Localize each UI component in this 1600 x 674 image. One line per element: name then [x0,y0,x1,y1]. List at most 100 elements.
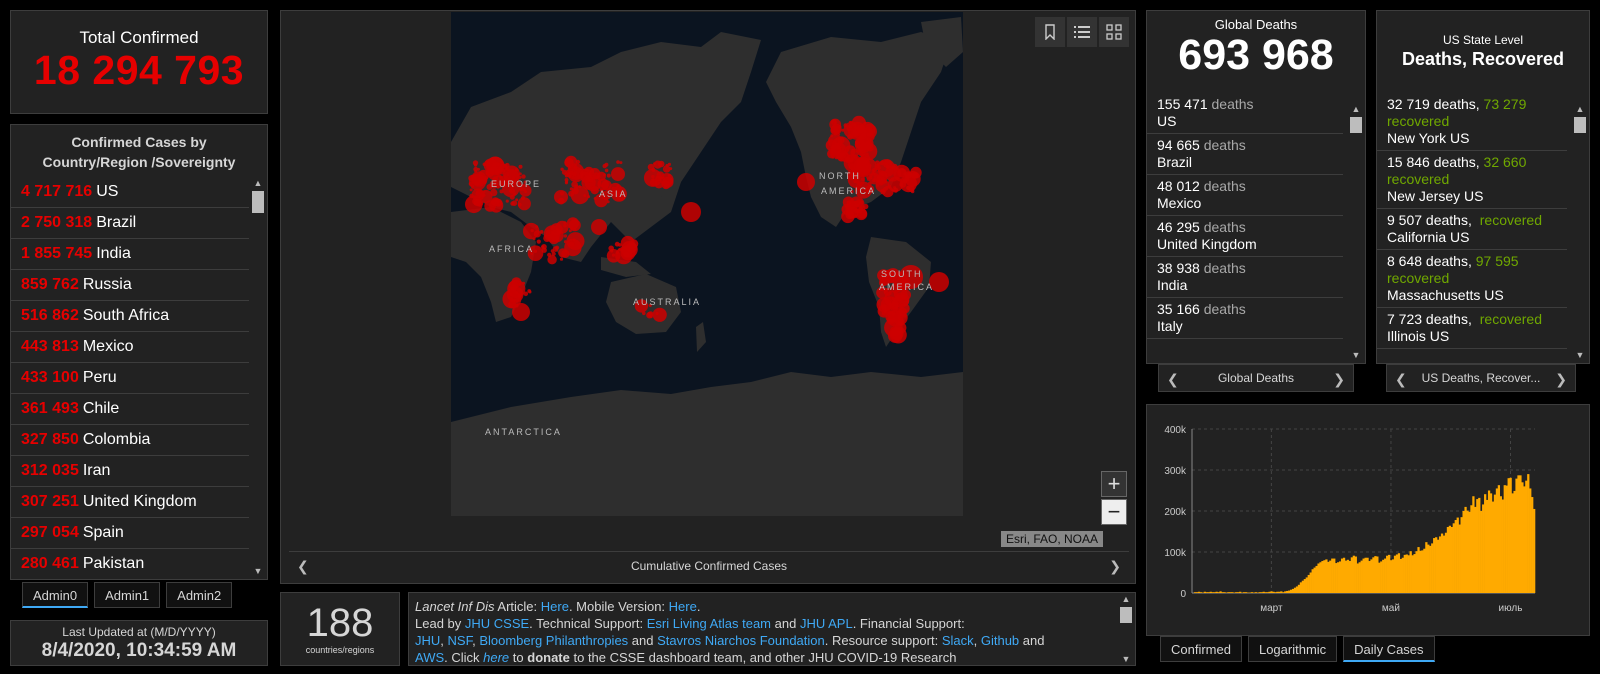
chart-bar[interactable] [1397,553,1401,593]
chevron-left-icon[interactable]: ❮ [1395,365,1407,393]
tab-admin-1[interactable]: Admin1 [94,582,161,608]
deaths-list-item[interactable]: 35 166 deaths Italy [1147,298,1343,339]
country-list-item[interactable]: 443 813 Mexico [11,332,249,363]
chart-bar[interactable] [1317,563,1320,593]
chart-bar[interactable] [1203,591,1207,593]
chart-bar[interactable] [1299,582,1303,593]
chart-bar[interactable] [1472,496,1475,593]
case-bubble[interactable] [509,298,514,302]
slack-link[interactable]: Slack [942,633,974,648]
chart-bar[interactable] [1431,543,1434,593]
case-bubble[interactable] [559,257,564,261]
case-bubble[interactable] [600,184,604,188]
jhu-csse-link[interactable]: JHU CSSE [465,616,529,631]
case-bubble[interactable] [527,289,532,293]
zoom-out-button[interactable]: − [1101,499,1127,525]
scroll-down-icon[interactable]: ▼ [251,565,265,577]
chart-bar[interactable] [1429,545,1432,593]
chart-bar[interactable] [1278,591,1281,593]
chart-bar[interactable] [1401,557,1404,593]
chart-bar[interactable] [1276,591,1279,593]
chart-bar[interactable] [1515,478,1518,593]
case-bubble[interactable] [619,161,623,165]
chart-bar[interactable] [1231,592,1234,593]
country-list-item[interactable]: 280 461 Pakistan [11,549,249,580]
country-list-item[interactable]: 327 850 Colombia [11,425,249,456]
states-scrollbar[interactable]: ▲ ▼ [1573,103,1587,361]
chart-bar[interactable] [1427,544,1430,593]
case-bubble[interactable] [860,144,864,148]
chart-bar[interactable] [1368,561,1371,593]
chart-bar[interactable] [1487,490,1491,594]
mobile-version-link[interactable]: Here [669,599,697,614]
case-bubble[interactable] [487,161,491,165]
chart-bar[interactable] [1533,508,1536,593]
chart-bar[interactable] [1480,511,1483,593]
basemap-gallery-icon[interactable] [1099,17,1129,47]
case-bubble[interactable] [876,175,880,179]
chart-bar[interactable] [1464,506,1467,593]
chart-bar[interactable] [1497,485,1501,593]
chart-bar[interactable] [1389,560,1393,593]
case-bubble[interactable] [614,241,620,247]
chart-bar[interactable] [1242,592,1246,593]
case-bubble[interactable] [662,176,674,188]
case-bubble[interactable] [484,200,496,212]
case-bubble[interactable] [656,171,665,180]
chart-bar[interactable] [1393,555,1397,593]
chart-bar[interactable] [1250,592,1254,593]
country-list-item[interactable]: 4 717 716 US [11,177,249,208]
case-bubble[interactable] [606,249,621,263]
case-bubble[interactable] [907,187,911,191]
jhu-apl-link[interactable]: JHU APL [800,616,853,631]
case-bubble[interactable] [655,311,659,316]
chart-bar[interactable] [1391,559,1395,593]
chart-bar[interactable] [1237,592,1240,593]
case-bubble[interactable] [897,314,902,320]
chart-bar[interactable] [1360,560,1363,593]
chart-bar[interactable] [1454,520,1457,593]
chart-bar[interactable] [1223,592,1226,593]
chart-bar[interactable] [1370,559,1373,593]
esri-link[interactable]: Esri Living Atlas team [647,616,771,631]
case-bubble[interactable] [797,173,815,191]
case-bubble[interactable] [875,165,881,171]
chart-bar[interactable] [1260,592,1263,593]
github-link[interactable]: Github [981,633,1019,648]
chart-bar[interactable] [1268,591,1271,593]
case-bubble[interactable] [838,125,842,129]
chart-bar[interactable] [1215,591,1218,593]
case-bubble[interactable] [833,132,837,136]
chart-bar[interactable] [1460,517,1463,593]
scroll-thumb[interactable] [1350,117,1362,133]
deaths-list-item[interactable]: 48 012 deaths Mexico [1147,175,1343,216]
case-bubble[interactable] [474,163,478,167]
chevron-right-icon[interactable]: ❯ [1109,552,1121,580]
case-bubble[interactable] [873,177,876,181]
case-bubble[interactable] [518,172,522,176]
case-bubble[interactable] [859,132,867,140]
stavros-link[interactable]: Stavros Niarchos Foundation [657,633,825,648]
chart-bar[interactable] [1503,485,1506,593]
scroll-up-icon[interactable]: ▲ [251,177,265,189]
case-bubble[interactable] [560,167,564,171]
chart-bar[interactable] [1507,478,1510,593]
case-bubble[interactable] [517,202,522,207]
case-bubble[interactable] [564,157,574,168]
case-bubble[interactable] [841,203,853,215]
case-bubble[interactable] [551,231,555,235]
tab-chart-0[interactable]: Confirmed [1160,636,1242,662]
nsf-link[interactable]: NSF [448,633,473,648]
chart-bar[interactable] [1417,547,1420,593]
chart-bar[interactable] [1474,506,1477,593]
case-bubble[interactable] [885,310,898,323]
chart-bar[interactable] [1219,591,1222,593]
chart-bar[interactable] [1342,557,1346,593]
case-bubble[interactable] [568,170,574,176]
chart-bar[interactable] [1270,591,1273,593]
scroll-up-icon[interactable]: ▲ [1349,103,1363,115]
chart-bar[interactable] [1199,592,1203,593]
chart-bar[interactable] [1421,550,1424,593]
article-link[interactable]: Here [541,599,569,614]
chart-bar[interactable] [1438,536,1442,593]
